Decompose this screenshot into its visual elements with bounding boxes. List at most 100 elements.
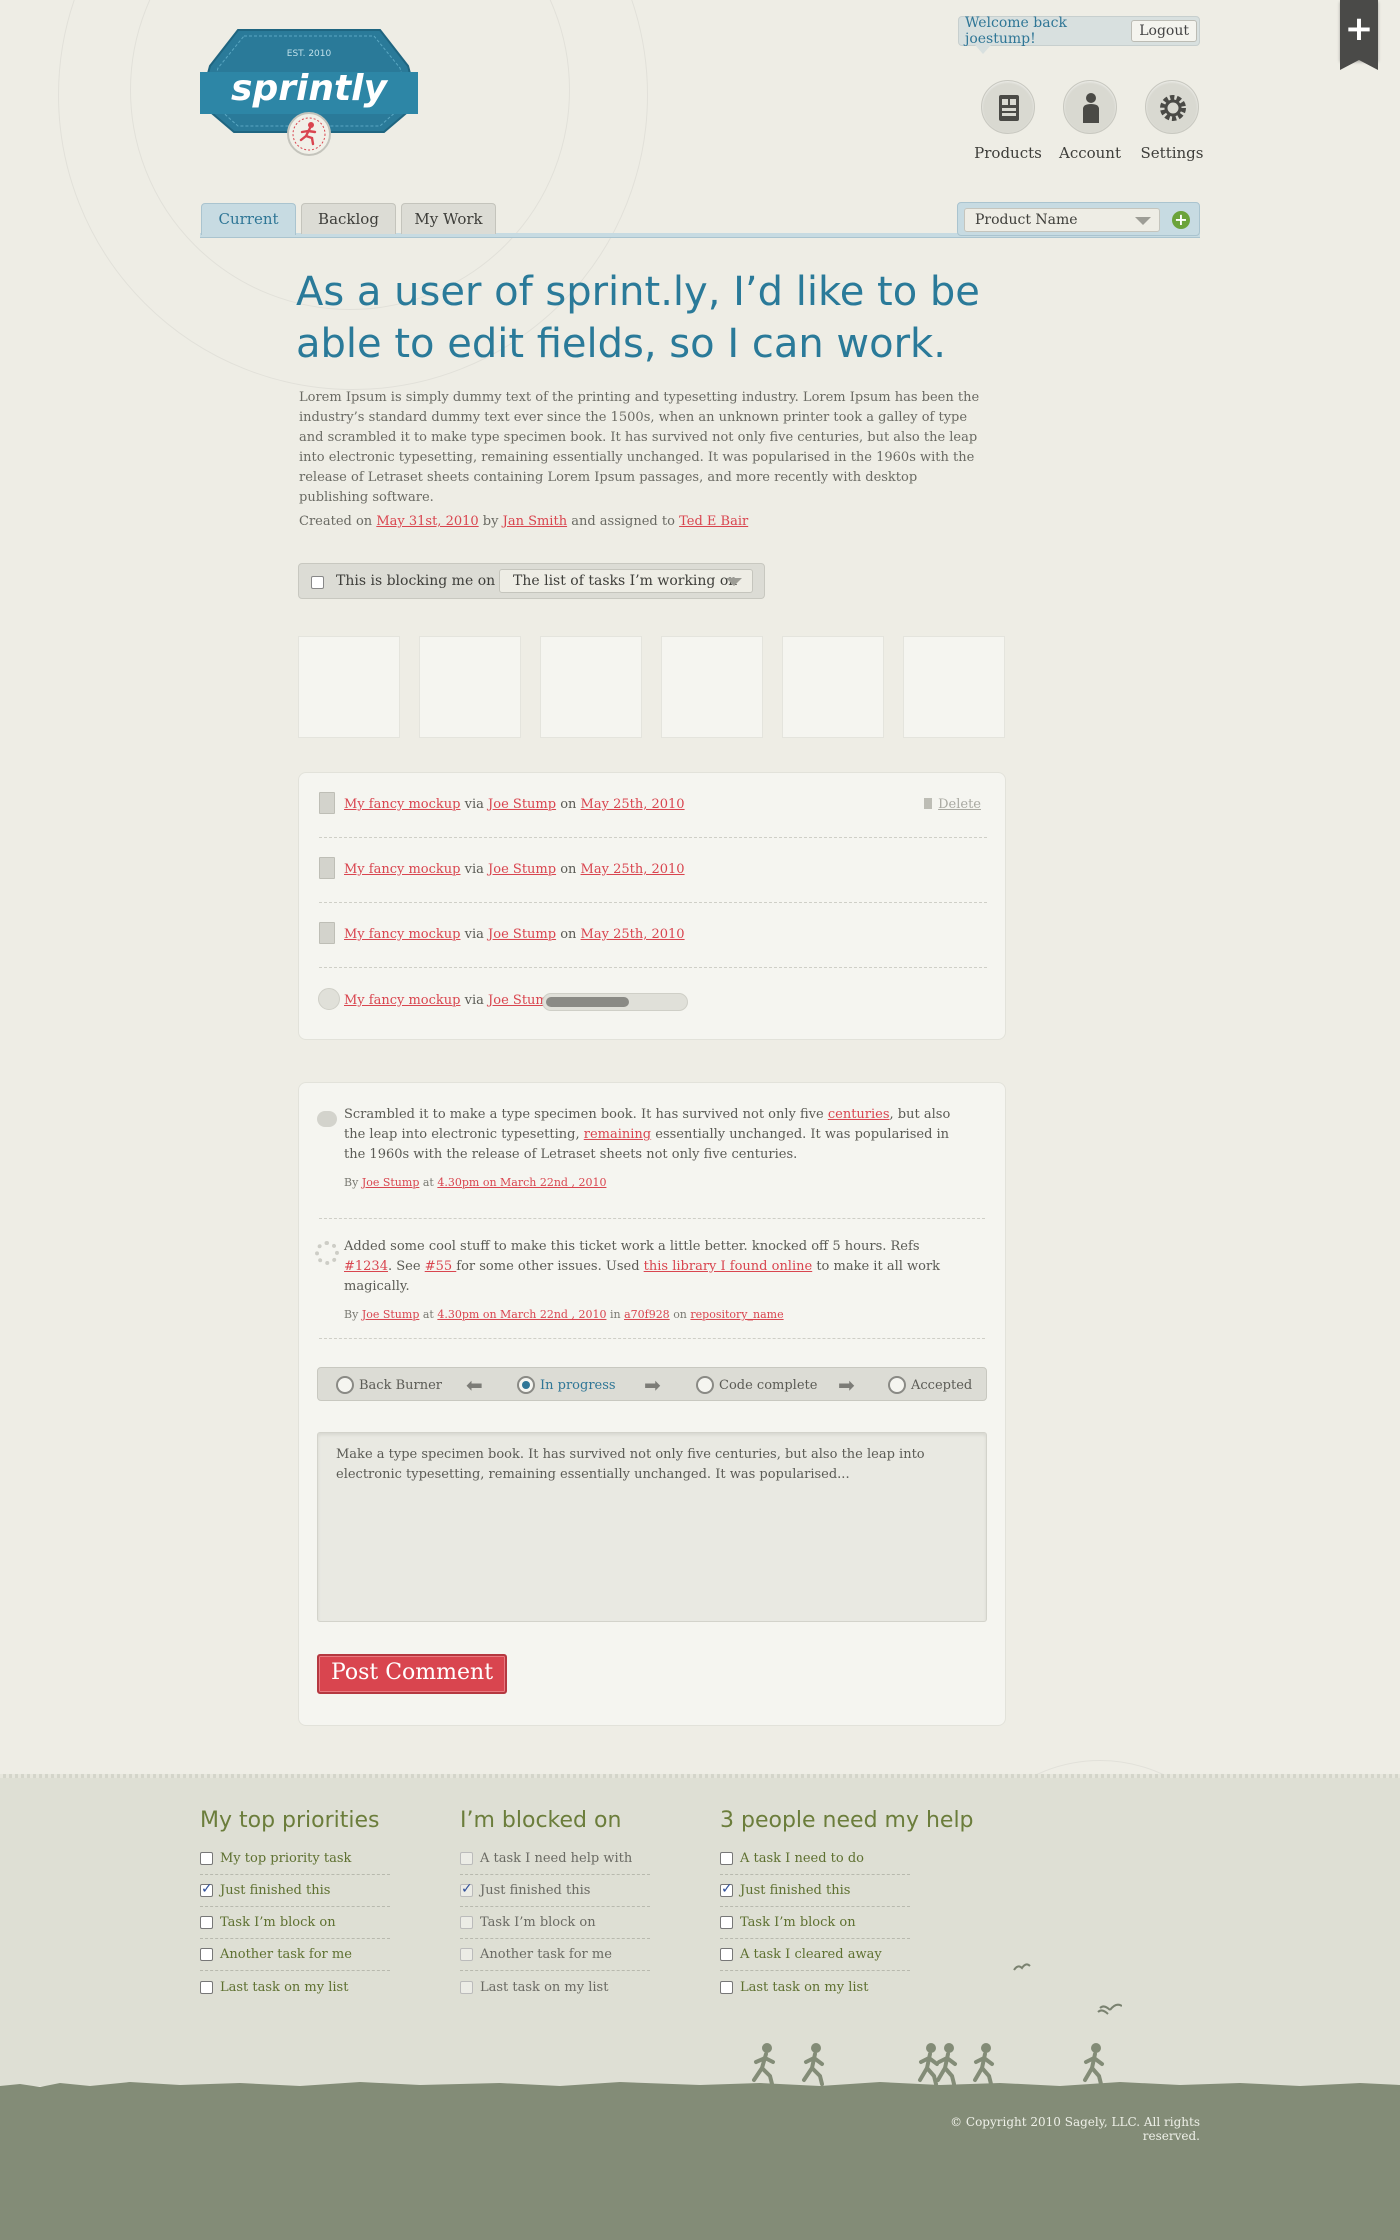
blocking-select[interactable]: The list of tasks I’m working on [499,569,753,593]
file-link[interactable]: My fancy mockup [344,927,461,942]
user-link[interactable]: Joe Stump [488,862,556,877]
issue-link[interactable]: #1234 [344,1259,388,1274]
comment-link[interactable]: remaining [584,1127,651,1142]
tab-current[interactable]: Current [201,203,296,235]
user-link[interactable]: Joe Stump [488,927,556,942]
tab-my-work[interactable]: My Work [401,203,496,234]
task-checkbox[interactable] [200,1980,213,1994]
comment-time-link[interactable]: 4.30pm on March 22nd , 2010 [437,1176,606,1189]
task-item[interactable]: A task I cleared away [720,1939,910,1971]
status-code-complete[interactable]: Code complete [696,1376,817,1394]
date-link[interactable]: May 25th, 2010 [581,862,685,877]
task-item[interactable]: Another task for me [200,1939,390,1971]
task-checkbox[interactable] [720,1948,733,1961]
attachment-thumbnail[interactable] [661,636,763,738]
commit-hash-link[interactable]: a70f928 [624,1308,670,1321]
file-link[interactable]: My fancy mockup [344,797,461,812]
task-item[interactable]: Another task for me [460,1939,650,1971]
file-link[interactable]: My fancy mockup [344,993,461,1008]
add-ribbon-button[interactable]: + [1340,0,1378,70]
radio-button[interactable] [336,1376,354,1394]
comments-panel: Scrambled it to make a type specimen boo… [298,1082,1006,1726]
blocking-checkbox[interactable] [311,576,324,589]
logout-button[interactable]: Logout [1131,20,1197,42]
date-link[interactable]: May 25th, 2010 [581,927,685,942]
task-label: A task I need help with [480,1851,633,1866]
upload-progress-bar [542,993,688,1011]
on-word: on [560,927,577,942]
task-item[interactable]: Just finished this [200,1875,390,1907]
task-checkbox[interactable] [460,1881,473,1897]
commit-author-link[interactable]: Joe Stump [362,1308,420,1321]
status-accepted[interactable]: Accepted [888,1376,972,1394]
task-item[interactable]: My top priority task [200,1843,390,1875]
author-link[interactable]: Jan Smith [503,514,567,529]
task-item[interactable]: Task I’m block on [460,1907,650,1939]
assignee-link[interactable]: Ted E Bair [679,514,748,529]
task-item[interactable]: A task I need help with [460,1843,650,1875]
radio-button[interactable] [696,1376,714,1394]
comment-text: Scrambled it to make a type specimen boo… [344,1107,828,1122]
date-link[interactable]: May 25th, 2010 [581,797,685,812]
radio-button[interactable] [517,1376,535,1394]
product-select[interactable]: Product Name [964,208,1160,232]
attachment-thumbnail[interactable] [419,636,521,738]
runners-illustration [752,2043,1104,2086]
task-checkbox[interactable] [720,1980,733,1994]
created-date-link[interactable]: May 31st, 2010 [376,514,478,529]
story-title: As a user of sprint.ly, I’d like to be a… [296,269,980,367]
arrow-right-icon: ➡ [838,1373,855,1397]
file-row-text: My fancy mockup via Joe Stump on May 25t… [344,797,685,812]
task-checkbox[interactable] [200,1948,213,1961]
user-link[interactable]: Joe Stump [488,797,556,812]
task-item[interactable]: Just finished this [720,1875,910,1907]
task-checkbox[interactable] [460,1916,473,1929]
arrow-right-icon: ➡ [644,1373,661,1397]
task-item[interactable]: Last task on my list [720,1971,910,2003]
attachment-thumbnail[interactable] [782,636,884,738]
task-item[interactable]: Last task on my list [460,1971,650,2003]
status-in-progress[interactable]: In progress [517,1376,616,1394]
task-checkbox[interactable] [720,1881,733,1897]
repo-link[interactable]: repository_name [690,1308,783,1321]
comment-link[interactable]: centuries [828,1107,890,1122]
task-item[interactable]: Just finished this [460,1875,650,1907]
footer-bottom [0,2088,1400,2240]
attachment-thumbnail[interactable] [298,636,400,738]
nav-account[interactable]: Account [1050,80,1130,162]
task-checkbox[interactable] [200,1881,213,1897]
status-back-burner[interactable]: Back Burner [336,1376,442,1394]
gear-icon [315,1241,339,1265]
attachment-thumbnail[interactable] [903,636,1005,738]
tab-backlog[interactable]: Backlog [301,203,396,234]
task-checkbox[interactable] [720,1852,733,1865]
delete-button[interactable]: Delete [924,797,981,812]
nav-settings[interactable]: Settings [1132,80,1212,162]
task-checkbox[interactable] [460,1980,473,1994]
post-comment-button[interactable]: Post Comment [317,1654,507,1694]
product-selector-box: Product Name + [957,202,1200,236]
task-checkbox[interactable] [200,1916,213,1929]
copyright-text: © Copyright 2010 Sagely, LLC. All rights… [950,2115,1200,2143]
library-link[interactable]: this library I found online [644,1259,813,1274]
task-checkbox[interactable] [460,1948,473,1961]
sprintly-logo[interactable]: EST. 2010 sprintly [196,28,422,158]
task-item[interactable]: Task I’m block on [200,1907,390,1939]
add-product-button[interactable]: + [1172,211,1190,229]
attachment-thumbnail[interactable] [540,636,642,738]
issue-link[interactable]: #55 [425,1259,457,1274]
task-checkbox[interactable] [460,1852,473,1865]
task-item[interactable]: Task I’m block on [720,1907,910,1939]
comment-author-link[interactable]: Joe Stump [362,1176,420,1189]
comment-textarea[interactable]: Make a type specimen book. It has surviv… [317,1432,987,1622]
task-item[interactable]: Last task on my list [200,1971,390,2003]
file-row-text: My fancy mockup via Joe Stump on May 25t… [344,862,685,877]
task-label: Another task for me [480,1947,612,1962]
task-item[interactable]: A task I need to do [720,1843,910,1875]
nav-products[interactable]: Products [968,80,1048,162]
commit-time-link[interactable]: 4.30pm on March 22nd , 2010 [437,1308,606,1321]
radio-button[interactable] [888,1376,906,1394]
task-checkbox[interactable] [720,1916,733,1929]
task-checkbox[interactable] [200,1852,213,1865]
file-link[interactable]: My fancy mockup [344,862,461,877]
